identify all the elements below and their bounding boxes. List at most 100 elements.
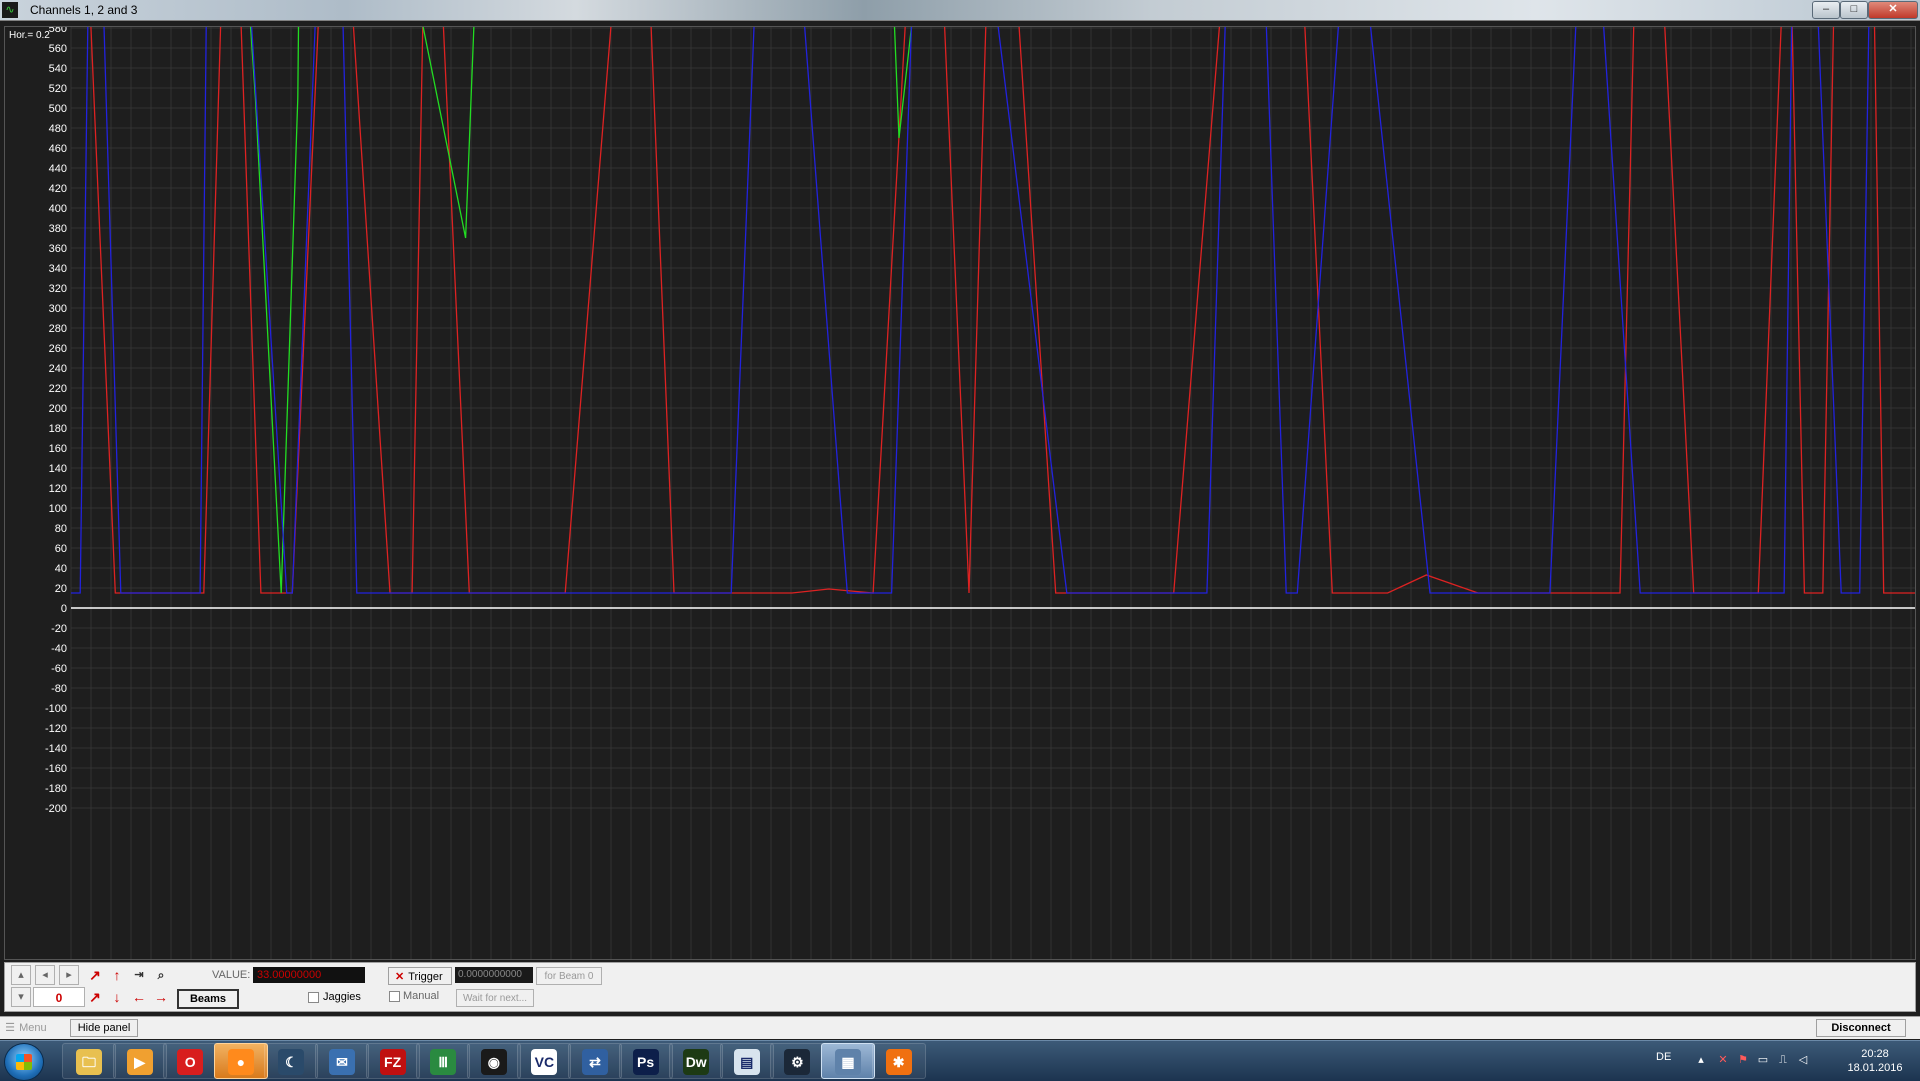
taskbar-button[interactable]: ◉ <box>466 1043 521 1079</box>
language-indicator[interactable]: DE <box>1656 1051 1671 1063</box>
jaggies-label: Jaggies <box>323 991 361 1003</box>
y-tick-label: 180 <box>49 423 67 435</box>
taskbar-button[interactable]: Ps <box>618 1043 673 1079</box>
scroll-up-button[interactable]: ▴ <box>11 965 31 985</box>
beam-counter-field[interactable]: 0 <box>33 987 85 1007</box>
taskbar-button[interactable]: ✉ <box>315 1043 369 1079</box>
y-tick-label: 540 <box>49 63 67 75</box>
y-tick-label: 40 <box>55 563 67 575</box>
media-player-icon: ▶ <box>126 1049 153 1075</box>
y-tick-label: 300 <box>49 303 67 315</box>
y-tick-label: 0 <box>61 603 67 615</box>
window-title: Channels 1, 2 and 3 <box>30 3 138 17</box>
volume-icon[interactable]: ◁ <box>1796 1053 1810 1067</box>
y-tick-label: -100 <box>45 703 67 715</box>
oscilloscope-display[interactable]: 6806606406206005805605405205004804604404… <box>4 26 1916 960</box>
for-beam-button[interactable]: for Beam 0 <box>536 967 602 985</box>
y-tick-label: 360 <box>49 243 67 255</box>
y-tick-label: -180 <box>45 783 67 795</box>
arrow-left-icon[interactable]: ← <box>129 987 149 1007</box>
scroll-down-button[interactable]: ▾ <box>11 987 31 1007</box>
minimize-button[interactable]: – <box>1812 1 1840 19</box>
magnifier-icon[interactable]: ⌕ <box>151 965 171 985</box>
y-tick-label: 60 <box>55 543 67 555</box>
beams-button[interactable]: Beams <box>177 989 239 1009</box>
oscilloscope-plot: 6806606406206005805605405205004804604404… <box>5 27 1915 959</box>
safely-remove-icon[interactable]: ⎍ <box>1776 1053 1790 1067</box>
scroll-right-button[interactable]: ▸ <box>59 965 79 985</box>
taskbar-button[interactable]: Dw <box>669 1043 724 1079</box>
start-button[interactable] <box>4 1043 44 1081</box>
y-tick-label: 120 <box>49 483 67 495</box>
taskbar-button[interactable]: ▦ <box>821 1043 875 1079</box>
taskbar-button[interactable]: ▤ <box>719 1043 774 1079</box>
y-tick-label: -40 <box>51 643 67 655</box>
taskbar-button[interactable]: ✱ <box>871 1043 926 1079</box>
arrow-up-icon[interactable]: ↑ <box>107 965 127 985</box>
maximize-button[interactable]: □ <box>1840 1 1868 19</box>
disconnect-button[interactable]: Disconnect <box>1816 1019 1906 1037</box>
y-tick-label: -60 <box>51 663 67 675</box>
y-tick-label: 440 <box>49 163 67 175</box>
y-tick-label: 280 <box>49 323 67 335</box>
arrow-right-icon[interactable]: → <box>151 987 171 1007</box>
firefox-icon: ● <box>227 1049 254 1075</box>
y-tick-label: -200 <box>45 803 67 815</box>
scope-app-icon: ▦ <box>835 1049 861 1075</box>
y-tick-label: 480 <box>49 123 67 135</box>
taskbar-button[interactable]: VC <box>517 1043 572 1079</box>
y-tick-label: 400 <box>49 203 67 215</box>
explorer-icon: 🗀 <box>76 1049 102 1075</box>
arrow-down-icon[interactable]: ↓ <box>107 987 127 1007</box>
taskbar-button[interactable]: 🗀 <box>62 1043 116 1079</box>
trigger-button[interactable]: ✕ Trigger <box>388 967 452 985</box>
jaggies-checkbox[interactable] <box>308 992 319 1003</box>
taskbar-button[interactable]: FZ <box>365 1043 420 1079</box>
taskbar-button[interactable]: ☾ <box>264 1043 319 1079</box>
trigger-label: Trigger <box>408 971 443 983</box>
photoshop-icon: Ps <box>632 1049 659 1075</box>
clock-time: 20:28 <box>1861 1048 1889 1060</box>
taskbar-button[interactable]: ⚙ <box>770 1043 825 1079</box>
windows-logo-icon <box>16 1054 32 1070</box>
y-tick-label: 380 <box>49 223 67 235</box>
scroll-left-button[interactable]: ◂ <box>35 965 55 985</box>
network-disconnected-icon[interactable]: ✕ <box>1716 1053 1730 1067</box>
y-tick-label: 560 <box>49 43 67 55</box>
y-tick-label: 20 <box>55 583 67 595</box>
taskbar-button[interactable]: ● <box>213 1043 268 1079</box>
trigger-value-field[interactable]: 0.0000000000 <box>455 967 533 983</box>
horizontal-scale-label: Hor.= 0.2 <box>9 30 50 41</box>
close-button[interactable]: ✕ <box>1868 1 1918 19</box>
zoom-in-icon[interactable]: ↗ <box>85 987 105 1007</box>
value-field[interactable]: 33.00000000 <box>253 967 365 983</box>
steam-client-icon: ☾ <box>278 1049 305 1075</box>
action-center-icon[interactable]: ⚑ <box>1736 1053 1750 1067</box>
status-bar: ☰ Menu Hide panel Disconnect <box>0 1016 1920 1039</box>
display-icon[interactable]: ▭ <box>1756 1053 1770 1067</box>
y-tick-label: 160 <box>49 443 67 455</box>
y-tick-label: 320 <box>49 283 67 295</box>
opera-icon: O <box>177 1049 204 1075</box>
taskbar-button[interactable]: ⇄ <box>568 1043 622 1079</box>
export-icon[interactable]: ⇥ <box>129 965 149 985</box>
menu-label: Menu <box>19 1022 47 1034</box>
dreamweaver-icon: Dw <box>683 1049 710 1075</box>
y-tick-label: 140 <box>49 463 67 475</box>
oscilloscope-app-icon: ∿ <box>2 2 18 18</box>
zoom-fit-icon[interactable]: ↗ <box>85 965 105 985</box>
taskbar-button[interactable]: Ⅲ <box>416 1043 471 1079</box>
menu-button[interactable]: ☰ Menu <box>4 1019 58 1037</box>
window-title-bar[interactable]: ∿ Channels 1, 2 and 3 – □ ✕ <box>0 0 1920 21</box>
wait-for-next-button[interactable]: Wait for next... <box>456 989 534 1007</box>
show-hidden-icons-icon[interactable]: ▴ <box>1694 1053 1708 1067</box>
taskbar-button[interactable]: ▶ <box>112 1043 167 1079</box>
network-icon: ⇄ <box>582 1049 608 1075</box>
taskbar-button[interactable]: O <box>163 1043 218 1079</box>
menu-icon: ☰ <box>5 1022 15 1034</box>
y-tick-label: 520 <box>49 83 67 95</box>
hide-panel-button[interactable]: Hide panel <box>70 1019 138 1037</box>
system-tray: DE ▴ ✕ ⚑ ▭ ⎍ ◁ 20:28 18.01.2016 <box>1650 1041 1920 1081</box>
clock[interactable]: 20:28 18.01.2016 <box>1840 1047 1910 1075</box>
manual-checkbox[interactable] <box>389 991 400 1002</box>
